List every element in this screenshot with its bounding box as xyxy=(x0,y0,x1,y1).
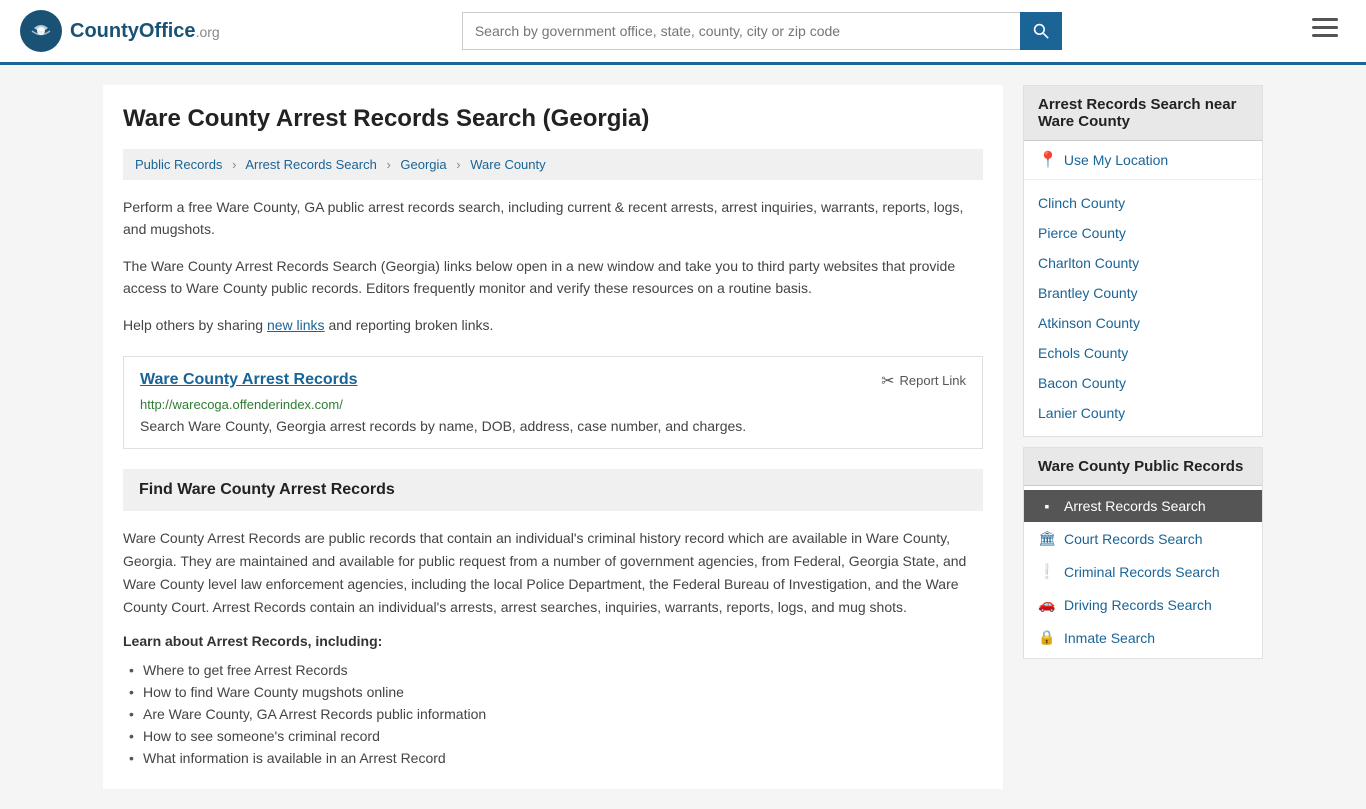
public-records-label-driving: Driving Records Search xyxy=(1064,597,1212,613)
nearby-link-lanier[interactable]: Lanier County xyxy=(1024,398,1262,428)
list-item: Lanier County xyxy=(1024,398,1262,428)
breadcrumb-sep-1: › xyxy=(232,157,236,172)
nearby-link-pierce[interactable]: Pierce County xyxy=(1024,218,1262,248)
nearby-link-bacon[interactable]: Bacon County xyxy=(1024,368,1262,398)
learn-list: Where to get free Arrest Records How to … xyxy=(123,659,983,769)
list-item: Are Ware County, GA Arrest Records publi… xyxy=(123,703,983,725)
list-item: Bacon County xyxy=(1024,368,1262,398)
list-item: Charlton County xyxy=(1024,248,1262,278)
site-header: CountyOffice.org xyxy=(0,0,1366,65)
breadcrumb: Public Records › Arrest Records Search ›… xyxy=(123,149,983,180)
record-link-header: Ware County Arrest Records ✂ Report Link xyxy=(140,371,966,391)
public-records-label-criminal: Criminal Records Search xyxy=(1064,564,1220,580)
nearby-link-clinch[interactable]: Clinch County xyxy=(1024,188,1262,218)
breadcrumb-sep-3: › xyxy=(456,157,460,172)
logo-text: CountyOffice.org xyxy=(70,20,220,43)
driving-records-icon: 🚗 xyxy=(1038,596,1056,613)
report-link-button[interactable]: ✂ Report Link xyxy=(881,371,966,391)
description-3: Help others by sharing new links and rep… xyxy=(123,314,983,336)
public-records-list: ▪ Arrest Records Search 🏛 Court Records … xyxy=(1024,486,1262,658)
breadcrumb-link-georgia[interactable]: Georgia xyxy=(400,157,446,172)
page-title: Ware County Arrest Records Search (Georg… xyxy=(123,105,983,133)
criminal-records-icon: ❕ xyxy=(1038,563,1056,580)
record-link-box: Ware County Arrest Records ✂ Report Link… xyxy=(123,356,983,449)
find-section: Find Ware County Arrest Records xyxy=(123,469,983,511)
main-container: Ware County Arrest Records Search (Georg… xyxy=(83,65,1283,809)
list-item: 🚗 Driving Records Search xyxy=(1024,588,1262,621)
breadcrumb-link-arrest-records[interactable]: Arrest Records Search xyxy=(245,157,377,172)
list-item: Clinch County xyxy=(1024,188,1262,218)
learn-section-header: Learn about Arrest Records, including: xyxy=(123,633,983,649)
search-button[interactable] xyxy=(1020,12,1062,50)
nearby-link-echols[interactable]: Echols County xyxy=(1024,338,1262,368)
use-location-label: Use My Location xyxy=(1064,152,1168,168)
public-records-link-driving[interactable]: 🚗 Driving Records Search xyxy=(1024,588,1262,621)
list-item: How to find Ware County mugshots online xyxy=(123,681,983,703)
list-item: What information is available in an Arre… xyxy=(123,747,983,769)
public-records-link-inmate[interactable]: 🔒 Inmate Search xyxy=(1024,621,1262,654)
list-item: Echols County xyxy=(1024,338,1262,368)
breadcrumb-link-ware-county[interactable]: Ware County xyxy=(470,157,545,172)
location-pin-icon: 📍 xyxy=(1038,150,1058,170)
public-records-header: Ware County Public Records xyxy=(1024,448,1262,486)
sidebar: Arrest Records Search near Ware County 📍… xyxy=(1023,85,1263,789)
list-item: ❕ Criminal Records Search xyxy=(1024,555,1262,588)
public-records-link-court[interactable]: 🏛 Court Records Search xyxy=(1024,522,1262,555)
record-description: Search Ware County, Georgia arrest recor… xyxy=(140,418,966,434)
nearby-link-charlton[interactable]: Charlton County xyxy=(1024,248,1262,278)
nearby-section-header: Arrest Records Search near Ware County xyxy=(1024,86,1262,141)
list-item: 🔒 Inmate Search xyxy=(1024,621,1262,654)
find-section-header: Find Ware County Arrest Records xyxy=(139,481,967,499)
nearby-link-brantley[interactable]: Brantley County xyxy=(1024,278,1262,308)
logo-icon xyxy=(20,10,62,52)
description-1: Perform a free Ware County, GA public ar… xyxy=(123,196,983,241)
scissors-icon: ✂ xyxy=(881,371,894,391)
nearby-links-list: Clinch County Pierce County Charlton Cou… xyxy=(1024,180,1262,436)
list-item: Where to get free Arrest Records xyxy=(123,659,983,681)
list-item: 🏛 Court Records Search xyxy=(1024,522,1262,555)
public-records-section: Ware County Public Records ▪ Arrest Reco… xyxy=(1023,447,1263,659)
nearby-link-atkinson[interactable]: Atkinson County xyxy=(1024,308,1262,338)
court-records-icon: 🏛 xyxy=(1038,530,1056,547)
search-input[interactable] xyxy=(462,12,1020,50)
list-item: How to see someone's criminal record xyxy=(123,725,983,747)
report-link-label: Report Link xyxy=(900,373,966,388)
content-area: Ware County Arrest Records Search (Georg… xyxy=(103,85,1003,789)
logo-area: CountyOffice.org xyxy=(20,10,220,52)
public-records-label-inmate: Inmate Search xyxy=(1064,630,1155,646)
public-records-link-criminal[interactable]: ❕ Criminal Records Search xyxy=(1024,555,1262,588)
record-link-title[interactable]: Ware County Arrest Records xyxy=(140,371,358,389)
search-area xyxy=(462,12,1062,50)
list-item: Atkinson County xyxy=(1024,308,1262,338)
public-records-label-arrest: Arrest Records Search xyxy=(1064,498,1206,514)
public-records-link-arrest[interactable]: ▪ Arrest Records Search xyxy=(1024,490,1262,522)
new-links-link[interactable]: new links xyxy=(267,317,325,333)
record-url[interactable]: http://warecoga.offenderindex.com/ xyxy=(140,397,966,412)
list-item: ▪ Arrest Records Search xyxy=(1024,490,1262,522)
nearby-section: Arrest Records Search near Ware County 📍… xyxy=(1023,85,1263,437)
breadcrumb-link-public-records[interactable]: Public Records xyxy=(135,157,222,172)
inmate-search-icon: 🔒 xyxy=(1038,629,1056,646)
list-item: Brantley County xyxy=(1024,278,1262,308)
menu-button[interactable] xyxy=(1304,14,1346,48)
find-section-text: Ware County Arrest Records are public re… xyxy=(123,527,983,619)
arrest-records-icon: ▪ xyxy=(1038,498,1056,514)
breadcrumb-sep-2: › xyxy=(386,157,390,172)
use-location-button[interactable]: 📍 Use My Location xyxy=(1024,141,1262,180)
description-2: The Ware County Arrest Records Search (G… xyxy=(123,255,983,300)
public-records-label-court: Court Records Search xyxy=(1064,531,1203,547)
list-item: Pierce County xyxy=(1024,218,1262,248)
